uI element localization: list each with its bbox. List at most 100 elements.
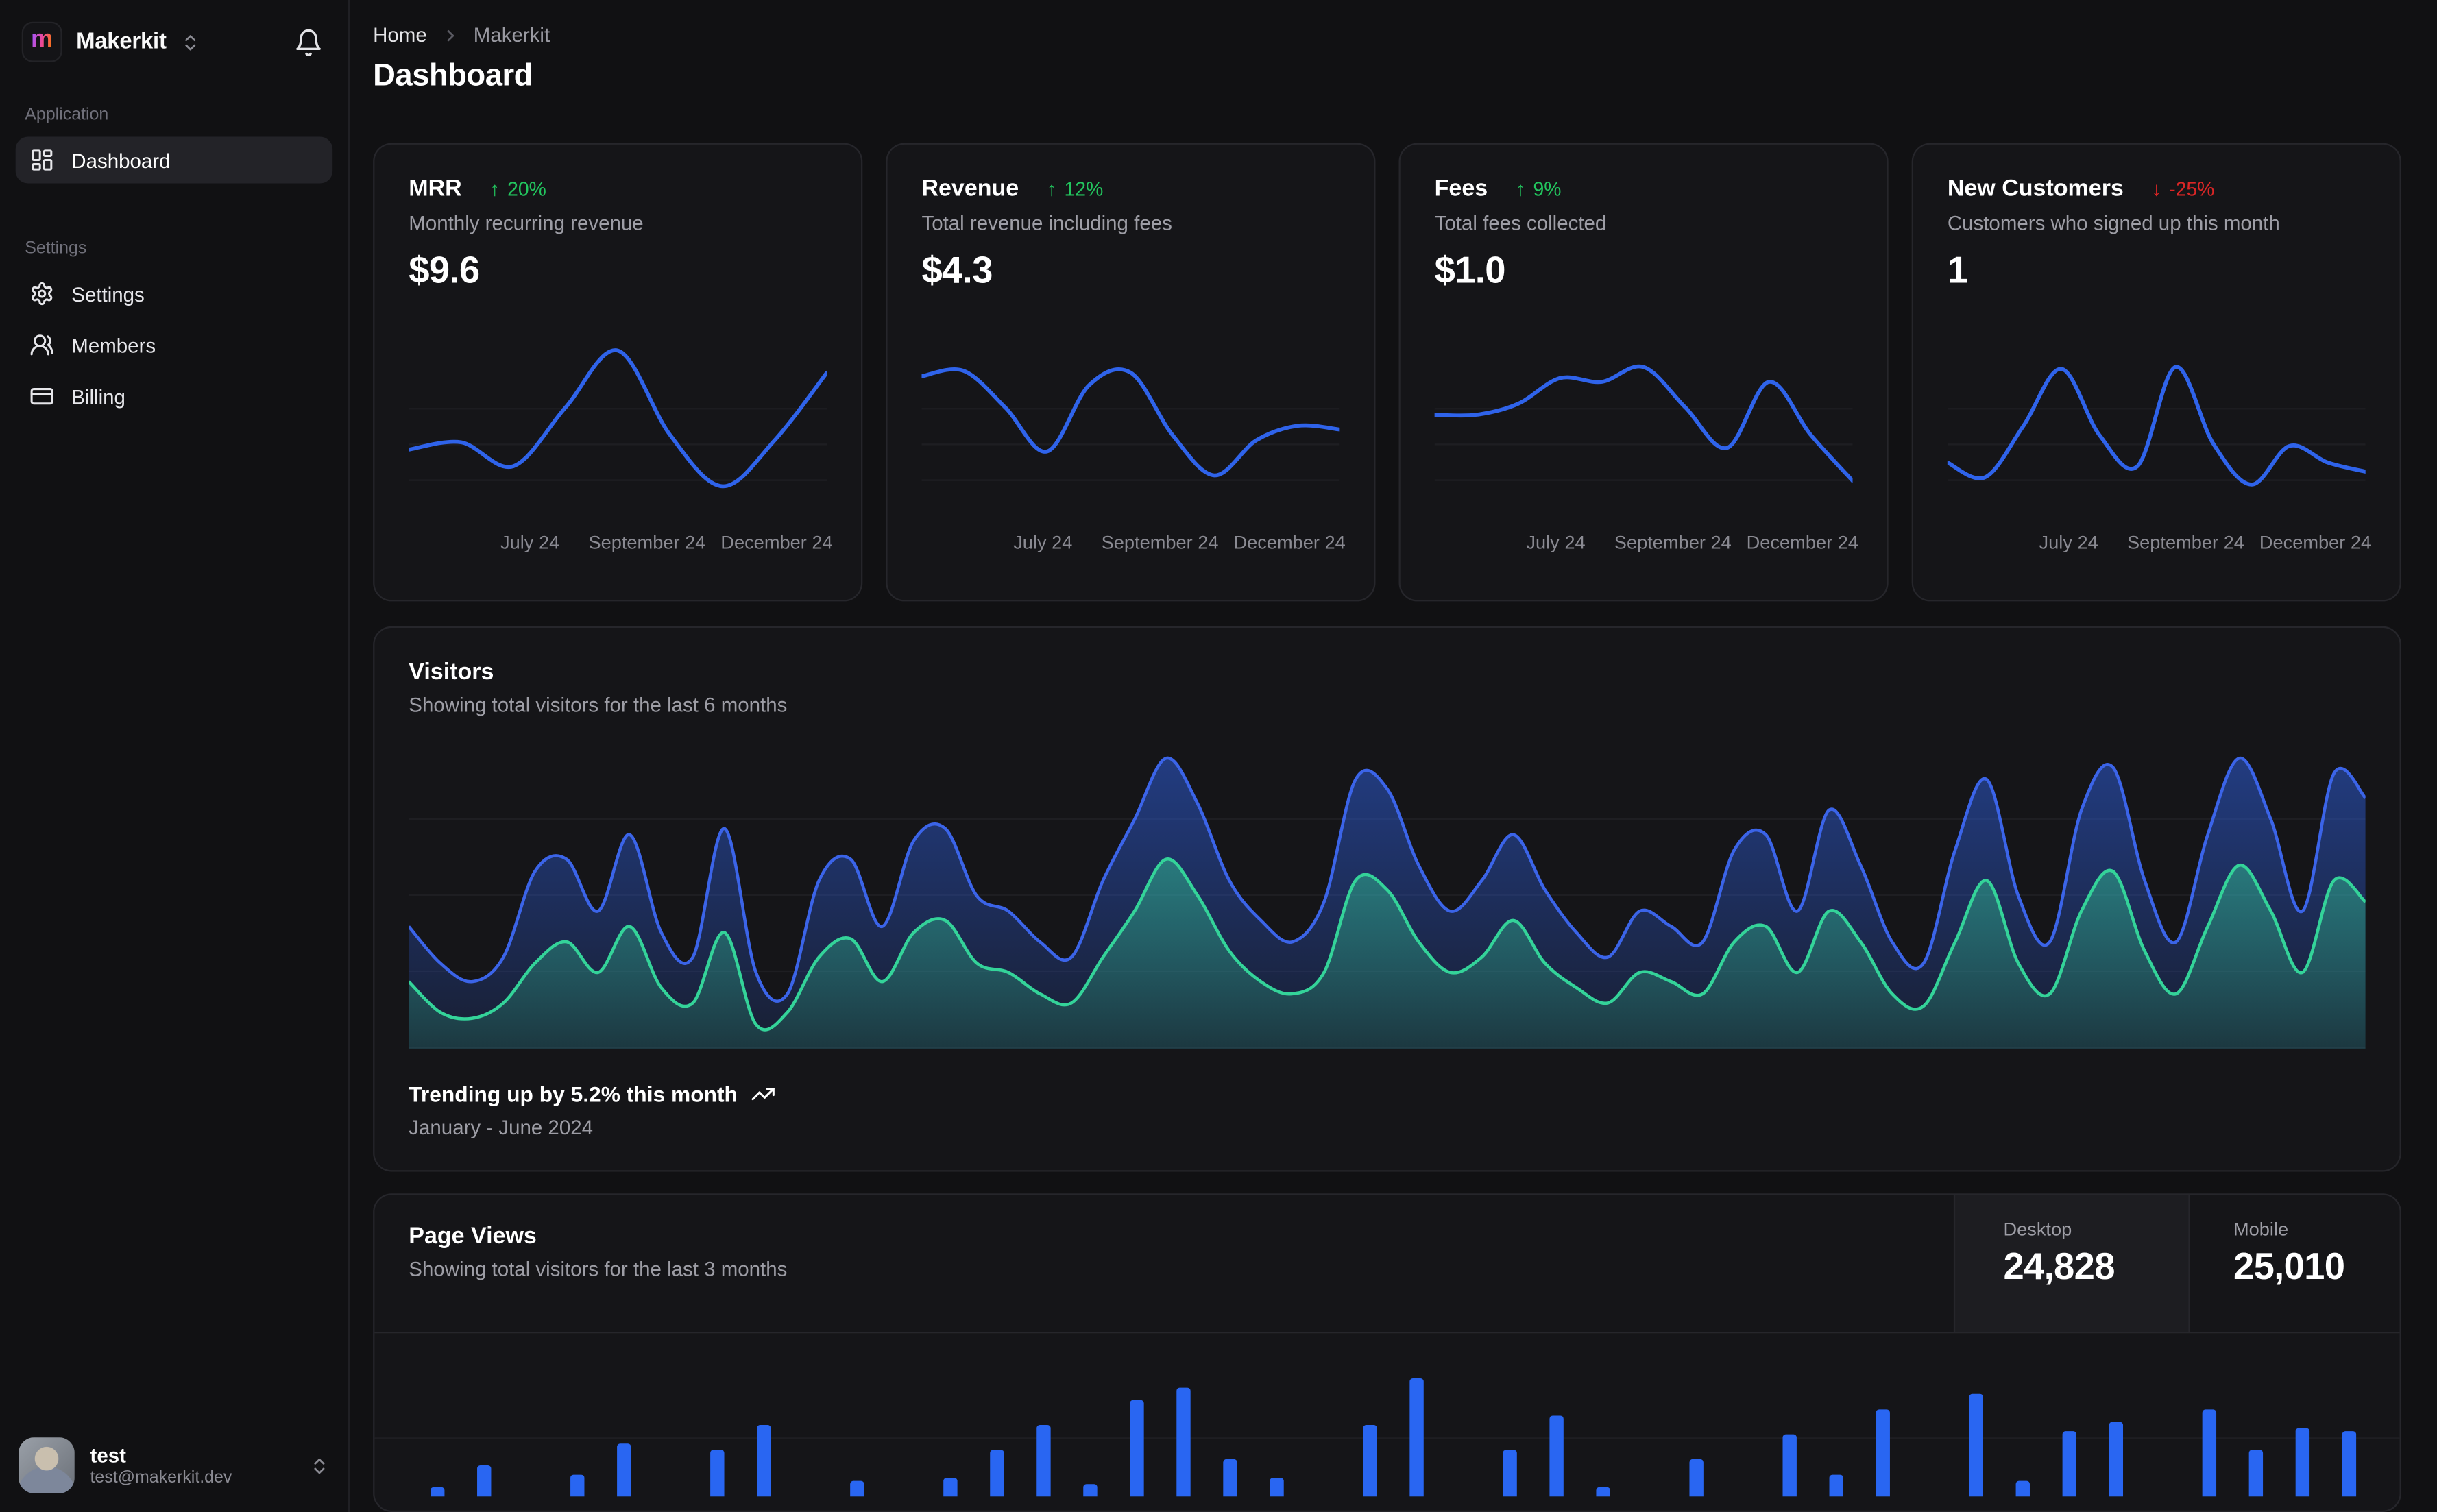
user-name: test xyxy=(90,1443,126,1467)
stat-description: Customers who signed up this month xyxy=(1947,212,2280,236)
page-title: Dashboard xyxy=(373,59,533,94)
sidebar-item-label: Members xyxy=(71,333,156,357)
fees-line-chart xyxy=(1434,334,1853,518)
stat-title: Fees xyxy=(1434,176,1488,203)
trend-badge: ↑ 9% xyxy=(1516,178,1562,201)
bar xyxy=(1596,1487,1610,1498)
sidebar-item-dashboard[interactable]: Dashboard xyxy=(15,136,333,184)
device-toggle-group: Desktop 24,828 Mobile 25,010 xyxy=(1953,1195,2400,1332)
stat-card-mrr: MRR ↑ 20% Monthly recurring revenue $9.6 … xyxy=(373,143,863,602)
bar xyxy=(1036,1425,1051,1498)
bar xyxy=(710,1450,725,1498)
visitors-title: Visitors xyxy=(409,659,494,686)
sidebar-item-label: Billing xyxy=(71,385,125,409)
settings-icon xyxy=(29,281,54,306)
gridline xyxy=(374,1438,2400,1440)
trend-badge: ↓ -25% xyxy=(2151,178,2215,201)
x-axis-labels: July 24 September 24 December 24 xyxy=(2039,532,2372,554)
bar xyxy=(1549,1416,1564,1498)
user-meta: test test@makerkit.dev xyxy=(90,1443,232,1487)
bell-icon[interactable] xyxy=(294,27,324,57)
bar xyxy=(477,1465,492,1498)
bar xyxy=(1130,1400,1144,1498)
bar xyxy=(2015,1481,2030,1498)
stats-grid: MRR ↑ 20% Monthly recurring revenue $9.6 … xyxy=(373,143,2401,602)
bar xyxy=(2062,1431,2077,1498)
desktop-count: 24,828 xyxy=(2003,1247,2115,1289)
bar xyxy=(757,1425,771,1498)
credit-card-icon xyxy=(29,384,54,409)
stat-description: Monthly recurring revenue xyxy=(409,212,644,236)
visitors-card: Visitors Showing total visitors for the … xyxy=(373,626,2401,1173)
desktop-toggle[interactable]: Desktop 24,828 xyxy=(1953,1195,2189,1332)
stat-value: $9.6 xyxy=(409,250,480,293)
chevrons-up-down-icon[interactable] xyxy=(180,32,200,51)
stat-card-fees: Fees ↑ 9% Total fees collected $1.0 July … xyxy=(1398,143,1889,602)
visitors-subtitle: Showing total visitors for the last 6 mo… xyxy=(409,694,788,718)
mobile-count: 25,010 xyxy=(2233,1247,2345,1289)
bar xyxy=(2342,1431,2357,1498)
bar xyxy=(1969,1394,1983,1498)
bar xyxy=(1876,1410,1890,1498)
visitors-date-range: January - June 2024 xyxy=(409,1116,594,1140)
page-views-subtitle: Showing total visitors for the last 3 mo… xyxy=(409,1258,788,1282)
stat-description: Total revenue including fees xyxy=(921,212,1172,236)
user-email: test@makerkit.dev xyxy=(90,1468,232,1487)
mobile-label: Mobile xyxy=(2233,1219,2289,1241)
x-axis-labels: July 24 September 24 December 24 xyxy=(1013,532,1346,554)
bar xyxy=(990,1450,1004,1498)
x-axis-labels: July 24 September 24 December 24 xyxy=(500,532,833,554)
breadcrumb-home-link[interactable]: Home xyxy=(373,23,427,47)
visitors-trend-text: Trending up by 5.2% this month xyxy=(409,1082,738,1108)
bar xyxy=(2109,1422,2124,1498)
stat-description: Total fees collected xyxy=(1434,212,1607,236)
workspace-name[interactable]: Makerkit xyxy=(76,29,167,54)
mobile-toggle[interactable]: Mobile 25,010 xyxy=(2188,1195,2399,1332)
visitors-area-chart xyxy=(409,744,2366,1050)
users-icon xyxy=(29,332,54,357)
trending-up-icon xyxy=(750,1082,775,1107)
bar xyxy=(1689,1459,1704,1498)
bar xyxy=(2295,1428,2310,1498)
nav-section-settings: Settings xyxy=(25,239,87,258)
bar xyxy=(1363,1425,1377,1498)
chevrons-up-down-icon xyxy=(309,1455,329,1475)
makerkit-logo[interactable]: m xyxy=(21,21,62,62)
stat-value: $1.0 xyxy=(1434,250,1506,293)
stat-card-new-customers: New Customers ↓ -25% Customers who signed… xyxy=(1911,143,2401,602)
page-views-title: Page Views xyxy=(409,1223,537,1250)
bar xyxy=(850,1481,864,1498)
visitors-footer: Trending up by 5.2% this month January -… xyxy=(409,1082,2365,1140)
x-axis-labels: July 24 September 24 December 24 xyxy=(1526,532,1859,554)
stat-value: 1 xyxy=(1947,250,1968,293)
breadcrumb: Home Makerkit xyxy=(373,23,2401,47)
bar xyxy=(2202,1410,2217,1498)
stat-card-revenue: Revenue ↑ 12% Total revenue including fee… xyxy=(886,143,1376,602)
sidebar-nav: Application Dashboard Settings Settings … xyxy=(0,77,348,424)
desktop-label: Desktop xyxy=(2003,1219,2072,1241)
bar xyxy=(1223,1459,1237,1498)
stat-title: Revenue xyxy=(921,176,1019,203)
sidebar-item-members[interactable]: Members xyxy=(16,321,333,368)
user-menu[interactable]: test test@makerkit.dev xyxy=(0,1422,348,1512)
bar xyxy=(1083,1485,1098,1498)
sidebar-item-settings[interactable]: Settings xyxy=(16,270,333,317)
revenue-line-chart xyxy=(921,334,1339,518)
sidebar-item-label: Dashboard xyxy=(71,148,171,172)
workspace-header: m Makerkit xyxy=(0,0,348,77)
sidebar: m Makerkit Application Dashboard Setting… xyxy=(0,0,350,1512)
page-views-card: Page Views Showing total visitors for th… xyxy=(373,1194,2401,1512)
sidebar-item-billing[interactable]: Billing xyxy=(16,373,333,419)
page-views-header: Page Views Showing total visitors for th… xyxy=(374,1195,2400,1334)
bar xyxy=(943,1478,958,1498)
bar xyxy=(1270,1478,1284,1498)
user-avatar xyxy=(19,1437,75,1493)
bar xyxy=(2248,1450,2264,1498)
stat-title: New Customers xyxy=(1947,176,2124,203)
main-content: Home Makerkit Dashboard MRR ↑ 20% Monthly… xyxy=(350,0,2437,1512)
mrr-line-chart xyxy=(409,334,827,518)
stat-title: MRR xyxy=(409,176,462,203)
dashboard-icon xyxy=(29,147,54,172)
stat-value: $4.3 xyxy=(921,250,993,293)
bar xyxy=(1503,1450,1517,1498)
